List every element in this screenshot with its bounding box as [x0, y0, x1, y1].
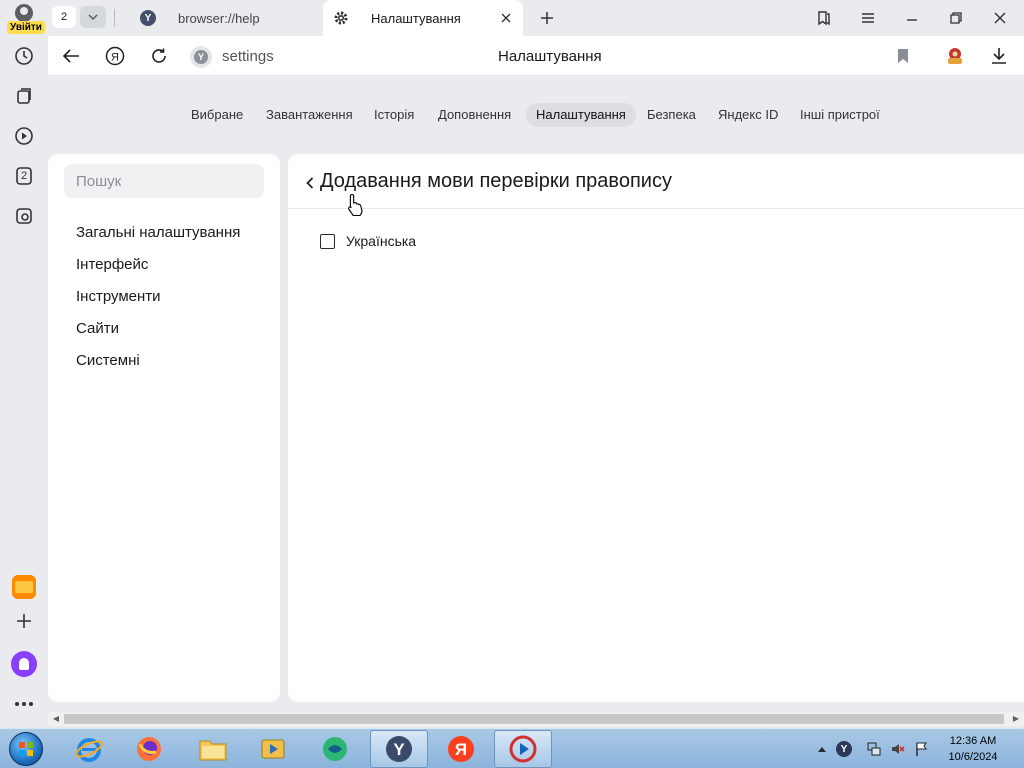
yandex-tray-icon[interactable]: Y — [836, 741, 852, 757]
tab-settings[interactable]: Налаштування — [323, 0, 523, 36]
fish-app-icon[interactable] — [306, 730, 364, 768]
clock-time: 12:36 AM — [949, 735, 997, 747]
tab-group-icon[interactable]: 2 — [12, 164, 36, 188]
menu-item-tools[interactable]: Інструменти — [76, 288, 161, 305]
screenshot-icon[interactable] — [12, 204, 36, 228]
login-label: Увійти — [7, 21, 45, 34]
tab-count-button[interactable]: 2 — [52, 6, 76, 28]
reload-button[interactable] — [148, 45, 170, 67]
new-tab-button[interactable] — [538, 9, 556, 27]
scrollbar-thumb[interactable] — [64, 714, 1004, 724]
tab-title: Налаштування — [371, 10, 461, 26]
video-play-icon[interactable] — [12, 124, 36, 148]
nav-item-favorites[interactable]: Вибране — [181, 103, 253, 127]
nav-item-history[interactable]: Історія — [364, 103, 424, 127]
minimize-icon[interactable] — [901, 7, 923, 29]
add-panel-icon[interactable] — [12, 609, 36, 633]
bookmarks-manager-icon[interactable] — [813, 7, 835, 29]
settings-sidebar: Загальні налаштування Інтерфейс Інструме… — [48, 154, 280, 702]
file-explorer-icon[interactable] — [184, 730, 242, 768]
site-info-icon[interactable]: Y — [190, 46, 212, 68]
address-bar: Я Y settings Налаштування — [48, 36, 1024, 76]
back-button[interactable] — [60, 45, 82, 67]
tab-strip: 2 Y browser://help Налаштування — [48, 0, 1024, 36]
yandex-browser-taskbar-icon[interactable]: Y — [370, 730, 428, 768]
action-center-flag-icon[interactable] — [914, 741, 930, 757]
settings-nav: Вибране Завантаження Історія Доповнення … — [48, 100, 1024, 130]
close-tab-icon[interactable] — [499, 11, 513, 25]
svg-text:Я: Я — [455, 740, 467, 759]
tab-browser-help[interactable]: Y browser://help — [130, 0, 322, 36]
nav-item-settings[interactable]: Налаштування — [526, 103, 636, 127]
windows-logo-icon — [9, 732, 43, 766]
volume-muted-icon[interactable] — [890, 741, 906, 757]
close-window-icon[interactable] — [989, 7, 1011, 29]
restore-icon[interactable] — [945, 7, 967, 29]
horizontal-scrollbar[interactable]: ◀ ▶ — [48, 712, 1024, 726]
profile-login-button[interactable]: Увійти — [6, 4, 45, 34]
bookmark-icon[interactable] — [892, 45, 914, 67]
recorder-app-icon[interactable] — [494, 730, 552, 768]
language-checkbox[interactable] — [320, 234, 335, 249]
tray-expand-icon[interactable] — [814, 741, 830, 757]
collections-icon[interactable] — [12, 84, 36, 108]
section-title[interactable]: Додавання мови перевірки правопису — [320, 170, 672, 193]
browser-sidebar: Увійти 2 — [0, 0, 48, 712]
hand-cursor-icon — [348, 193, 363, 217]
settings-search-input[interactable] — [64, 164, 264, 198]
language-label[interactable]: Українська — [346, 233, 416, 249]
menu-item-general[interactable]: Загальні налаштування — [76, 224, 240, 241]
nav-item-security[interactable]: Безпека — [637, 103, 706, 127]
menu-item-interface[interactable]: Інтерфейс — [76, 256, 148, 273]
extension-icon[interactable] — [944, 45, 966, 67]
scroll-left-icon[interactable]: ◀ — [51, 714, 61, 724]
nav-item-yandex-id[interactable]: Яндекс ID — [708, 103, 788, 127]
back-chevron-icon[interactable] — [302, 174, 318, 192]
tab-group-badge: 2 — [20, 170, 28, 182]
chevron-down-icon — [88, 14, 98, 20]
nav-item-extensions[interactable]: Доповнення — [428, 103, 521, 127]
tab-title: browser://help — [178, 10, 260, 26]
clock-date: 10/6/2024 — [948, 751, 998, 763]
gear-icon — [333, 10, 349, 26]
reload-icon — [152, 48, 166, 63]
profile-icon — [15, 4, 33, 22]
nav-item-other-devices[interactable]: Інші пристрої — [790, 103, 890, 127]
downloads-icon[interactable] — [988, 45, 1010, 67]
divider — [288, 208, 1024, 209]
menu-icon[interactable] — [857, 7, 879, 29]
yandex-app-icon[interactable]: Я — [432, 730, 490, 768]
start-button[interactable] — [4, 730, 48, 768]
yandex-logo-icon: Я — [105, 46, 125, 66]
network-icon[interactable] — [866, 741, 882, 757]
alice-assistant-icon[interactable] — [11, 651, 37, 677]
firefox-icon[interactable] — [120, 730, 178, 768]
windows-taskbar: Y Я Y 12:36 AM 10/6/2024 — [0, 728, 1024, 768]
nav-item-downloads[interactable]: Завантаження — [256, 103, 363, 127]
media-player-icon[interactable] — [244, 730, 302, 768]
yandex-home-button[interactable]: Я — [104, 45, 126, 67]
menu-item-sites[interactable]: Сайти — [76, 320, 119, 337]
url-field[interactable]: settings — [222, 48, 274, 65]
svg-text:Я: Я — [111, 52, 119, 64]
scroll-right-icon[interactable]: ▶ — [1011, 714, 1021, 724]
yandex-browser-icon: Y — [140, 10, 156, 26]
plus-icon — [541, 12, 553, 24]
tab-list-dropdown[interactable] — [80, 6, 106, 28]
tab-separator — [114, 9, 115, 27]
menu-item-system[interactable]: Системні — [76, 352, 140, 369]
internet-explorer-icon[interactable] — [60, 730, 118, 768]
history-icon[interactable] — [12, 44, 36, 68]
arrow-left-icon — [62, 49, 79, 63]
clock[interactable]: 12:36 AM 10/6/2024 — [936, 733, 1010, 765]
more-icon[interactable] — [12, 692, 36, 716]
svg-text:Y: Y — [393, 740, 405, 759]
settings-content: Додавання мови перевірки правопису Украї… — [288, 154, 1024, 702]
page-title: Налаштування — [498, 48, 602, 65]
mail-icon[interactable] — [12, 575, 36, 599]
